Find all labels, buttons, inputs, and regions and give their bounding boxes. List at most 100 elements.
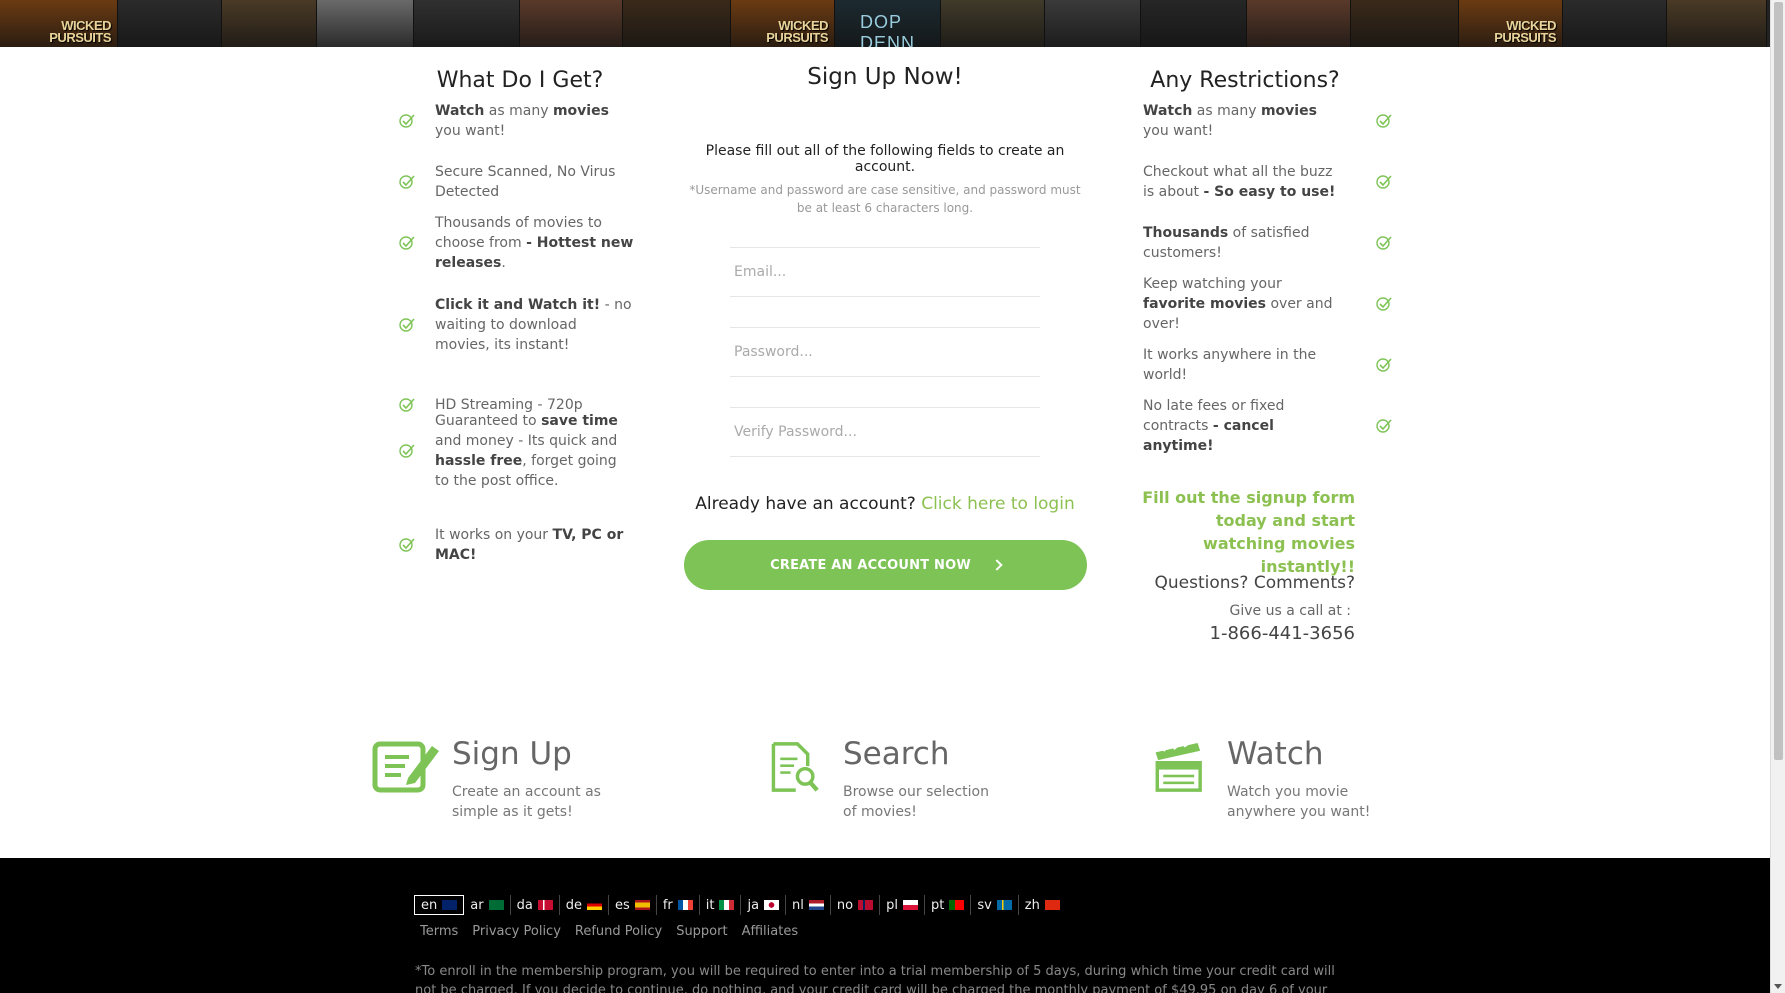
banner-poster[interactable]: WICKED PURSUITS [0,0,118,47]
chevron-right-icon [991,559,1003,571]
language-code: sv [977,897,992,913]
check-circle-icon [1375,234,1393,252]
any-restrictions-title: Any Restrictions? [1150,68,1340,93]
banner-poster[interactable] [1563,0,1667,47]
check-circle-icon [1375,356,1393,374]
step-watch-desc: Watch you movie anywhere you want! [1227,784,1371,820]
login-row: Already have an account? Click here to l… [680,494,1090,514]
banner-poster[interactable]: DOP DENN [835,0,941,47]
language-option-ja[interactable]: ja [741,895,787,915]
left-feature-text: Click it and Watch it! - no waiting to d… [435,297,632,353]
banner-poster[interactable] [317,0,414,47]
signup-section: Sign Up Now! [680,64,1090,90]
check-circle-icon [398,536,416,554]
search-document-icon [771,742,819,792]
step-search-title: Search [843,736,950,772]
signup-title: Sign Up Now! [807,64,963,90]
language-option-no[interactable]: no [831,895,881,915]
banner-poster[interactable] [222,0,317,47]
flag-de-icon [587,900,603,910]
flag-se-icon [996,900,1012,910]
banner-poster[interactable] [520,0,623,47]
check-circle-icon [1375,173,1393,191]
banner-poster[interactable] [1667,0,1767,47]
scroll-down-arrow-icon[interactable] [1774,984,1782,989]
left-feature-text: Watch as many movies you want! [435,103,609,139]
signup-note: *Username and password are case sensitiv… [689,183,1081,215]
footer-link-privacy-policy[interactable]: Privacy Policy [472,924,561,939]
scrollbar-thumb[interactable] [1774,2,1783,760]
language-code: ar [470,897,484,913]
email-field[interactable] [730,248,1040,296]
flag-cn-icon [1044,900,1060,910]
banner-poster[interactable] [623,0,731,47]
step-sign-up-title: Sign Up [452,736,572,772]
login-prompt: Already have an account? [695,494,916,514]
footer-link-terms[interactable]: Terms [420,924,458,939]
language-option-nl[interactable]: nl [786,895,831,915]
phone-number: 1-866-441-3656 [1209,623,1355,644]
banner-poster[interactable] [941,0,1045,47]
call-us-text: Give us a call at : [1229,603,1351,619]
language-option-it[interactable]: it [700,895,742,915]
footer-link-support[interactable]: Support [676,924,727,939]
banner-poster[interactable]: WICKED PURSUITS [1459,0,1563,47]
right-feature-text: Thousands of satisfied customers! [1143,225,1310,261]
banner-poster[interactable] [1247,0,1351,47]
create-account-button[interactable]: CREATE AN ACCOUNT NOW [684,540,1087,590]
any-restrictions-section: Any Restrictions? [1130,68,1390,93]
language-code: nl [792,897,804,913]
language-option-es[interactable]: es [609,895,657,915]
right-feature-text: Watch as many movies you want! [1143,103,1317,139]
right-feature-text: Keep watching your favorite movies over … [1143,276,1333,332]
check-circle-icon [1375,295,1393,313]
left-feature-text: Thousands of movies to choose from - Hot… [435,215,634,271]
flag-uk-icon [442,900,458,910]
language-option-pl[interactable]: pl [880,895,925,915]
movie-poster-banner: WICKED PURSUITS WICKED PURSUITS DOP DENN WI… [0,0,1770,47]
flag-es-icon [634,900,650,910]
language-option-pt[interactable]: pt [925,895,972,915]
banner-poster[interactable] [1351,0,1459,47]
language-option-en[interactable]: en [414,895,465,915]
banner-poster[interactable] [1045,0,1141,47]
language-option-de[interactable]: de [560,895,610,915]
verify-password-field[interactable] [730,408,1040,456]
check-circle-icon [398,396,416,414]
right-feature-text: It works anywhere in the world! [1143,347,1317,383]
footer-link-affiliates[interactable]: Affiliates [742,924,799,939]
language-option-sv[interactable]: sv [971,895,1019,915]
what-do-i-get-section: What Do I Get? [395,68,645,93]
step-sign-up-desc: Create an account as simple as it gets! [452,784,601,820]
footer-links: Terms Privacy Policy Refund Policy Support A… [420,924,812,939]
banner-poster[interactable] [414,0,520,47]
vertical-scrollbar[interactable] [1770,0,1785,993]
banner-poster[interactable]: WICKED PURSUITS [731,0,835,47]
check-circle-icon [1375,112,1393,130]
language-code: fr [662,897,673,913]
language-option-ar[interactable]: ar [464,895,511,915]
language-code: no [836,897,854,913]
flag-pt-icon [949,900,965,910]
flag-sa-icon [488,900,504,910]
login-link[interactable]: Click here to login [921,494,1075,514]
banner-poster[interactable] [1141,0,1247,47]
poster-title: WICKED PURSUITS [766,18,828,45]
language-code: da [516,897,533,913]
language-option-zh[interactable]: zh [1019,895,1066,915]
language-option-da[interactable]: da [511,895,560,915]
password-field[interactable] [730,328,1040,376]
step-search: Search Browse our selection of movies! [770,736,1003,822]
language-code: en [421,897,438,913]
language-option-fr[interactable]: fr [657,895,700,915]
language-code: pl [886,897,898,913]
language-code: ja [747,897,760,913]
check-circle-icon [398,316,416,334]
flag-nl-icon [808,900,824,910]
footer-link-refund-policy[interactable]: Refund Policy [575,924,662,939]
poster-title: WICKED PURSUITS [49,18,111,45]
banner-poster[interactable] [118,0,222,47]
step-watch-title: Watch [1227,736,1324,772]
flag-it-icon [719,900,735,910]
flag-pl-icon [902,900,918,910]
